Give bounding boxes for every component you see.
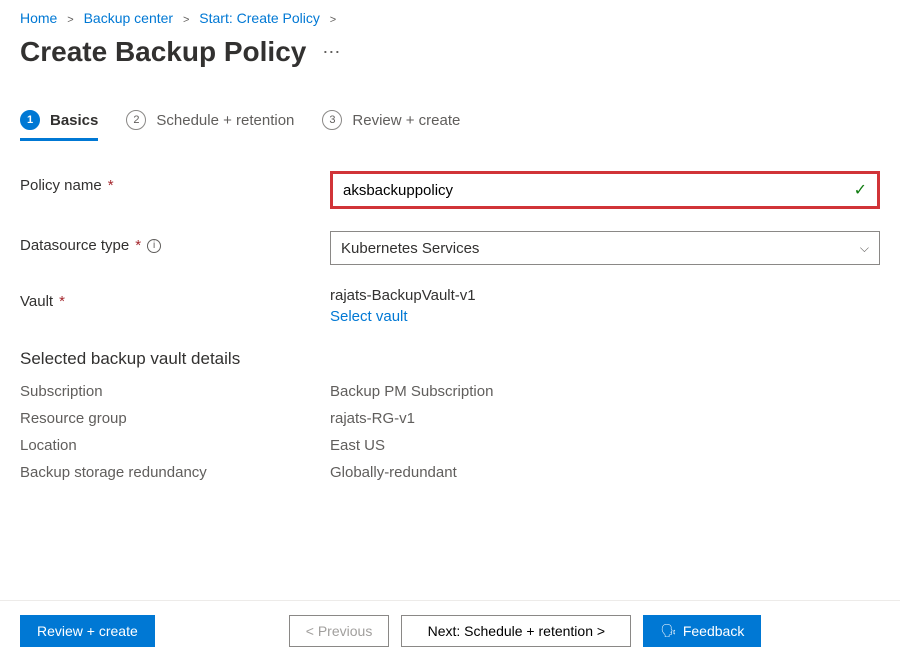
tabs: 1 Basics 2 Schedule + retention 3 Review…: [0, 88, 900, 141]
detail-location: Location East US: [20, 437, 880, 454]
policy-name-input[interactable]: [343, 182, 854, 199]
chevron-down-icon: ⌵: [860, 241, 869, 256]
tab-label: Review + create: [352, 112, 460, 129]
datasource-type-label: Datasource type* i: [20, 231, 330, 254]
next-button[interactable]: Next: Schedule + retention >: [401, 615, 631, 647]
chevron-right-icon: >: [183, 14, 189, 26]
detail-storage-redundancy: Backup storage redundancy Globally-redun…: [20, 464, 880, 481]
more-actions-icon[interactable]: ⋯: [322, 42, 341, 63]
tab-review-create[interactable]: 3 Review + create: [322, 102, 460, 140]
feedback-label: Feedback: [683, 623, 744, 639]
tab-num-2: 2: [126, 110, 146, 130]
tab-label: Basics: [50, 112, 98, 129]
tab-schedule-retention[interactable]: 2 Schedule + retention: [126, 102, 294, 140]
datasource-type-select[interactable]: Kubernetes Services ⌵: [330, 231, 880, 265]
breadcrumb: Home > Backup center > Start: Create Pol…: [0, 0, 900, 30]
review-create-button[interactable]: Review + create: [20, 615, 155, 647]
vault-label: Vault*: [20, 287, 330, 310]
breadcrumb-home[interactable]: Home: [20, 10, 57, 26]
footer: Review + create < Previous Next: Schedul…: [0, 600, 900, 661]
tab-num-1: 1: [20, 110, 40, 130]
vault-details-title: Selected backup vault details: [20, 349, 880, 369]
vault-value: rajats-BackupVault-v1: [330, 287, 880, 304]
checkmark-icon: ✓: [854, 180, 867, 200]
chevron-right-icon: >: [330, 14, 336, 26]
person-feedback-icon: 🗣: [660, 623, 677, 639]
feedback-button[interactable]: 🗣 Feedback: [643, 615, 761, 647]
detail-resource-group: Resource group rajats-RG-v1: [20, 410, 880, 427]
detail-subscription: Subscription Backup PM Subscription: [20, 383, 880, 400]
tab-basics[interactable]: 1 Basics: [20, 102, 98, 140]
page-title: Create Backup Policy: [20, 36, 306, 68]
previous-button[interactable]: < Previous: [289, 615, 390, 647]
info-icon[interactable]: i: [147, 239, 161, 253]
datasource-type-value: Kubernetes Services: [341, 240, 479, 257]
tab-num-3: 3: [322, 110, 342, 130]
chevron-right-icon: >: [67, 14, 73, 26]
breadcrumb-create-policy[interactable]: Start: Create Policy: [199, 10, 320, 26]
policy-name-input-wrap: ✓: [330, 171, 880, 209]
tab-label: Schedule + retention: [156, 112, 294, 129]
policy-name-label: Policy name*: [20, 171, 330, 194]
select-vault-link[interactable]: Select vault: [330, 308, 408, 325]
breadcrumb-backup-center[interactable]: Backup center: [84, 10, 174, 26]
